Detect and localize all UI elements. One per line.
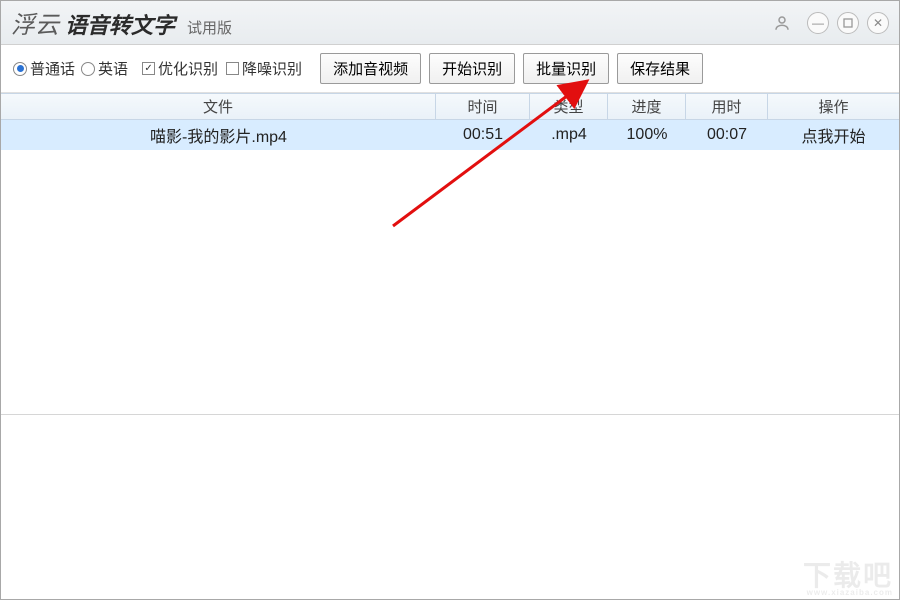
checkbox-optimize[interactable]: ✓ 优化识别 [142,58,218,79]
checkbox-label: 优化识别 [158,58,218,79]
checkbox-denoise[interactable]: 降噪识别 [226,58,302,79]
brand: 浮云 语音转文字 试用版 [11,5,232,40]
cell-action[interactable]: 点我开始 [768,120,899,150]
th-type[interactable]: 类型 [530,94,608,120]
toolbar: 普通话 英语 ✓ 优化识别 降噪识别 添加音视频 开始识别 批量识别 保存结果 [1,45,899,93]
radio-label: 普通话 [30,58,75,79]
save-result-button[interactable]: 保存结果 [617,53,703,84]
checkbox-icon: ✓ [142,62,155,75]
th-time[interactable]: 时间 [436,94,530,120]
cell-progress: 100% [608,120,686,150]
edition-label: 试用版 [187,17,232,38]
table-row[interactable]: 喵影-我的影片.mp4 00:51 .mp4 100% 00:07 点我开始 [1,120,899,150]
close-icon[interactable]: ✕ [867,12,889,34]
radio-english[interactable]: 英语 [81,58,128,79]
start-recognize-button[interactable]: 开始识别 [429,53,515,84]
th-file[interactable]: 文件 [1,94,436,120]
file-list-area: 文件 时间 类型 进度 用时 操作 喵影-我的影片.mp4 00:51 .mp4… [1,93,899,415]
titlebar: 浮云 语音转文字 试用版 — ✕ [1,1,899,45]
minimize-icon[interactable]: — [807,12,829,34]
checkbox-label: 降噪识别 [242,58,302,79]
th-action[interactable]: 操作 [768,94,899,120]
th-progress[interactable]: 进度 [608,94,686,120]
language-radio-group: 普通话 英语 [13,58,128,79]
cell-file: 喵影-我的影片.mp4 [1,120,436,150]
radio-mandarin[interactable]: 普通话 [13,58,75,79]
app-window: 浮云 语音转文字 试用版 — ✕ 普通话 英语 ✓ [0,0,900,600]
app-name: 语音转文字 [65,8,175,40]
radio-dot-icon [81,62,95,76]
add-media-button[interactable]: 添加音视频 [320,53,421,84]
radio-dot-icon [13,62,27,76]
maximize-icon[interactable] [837,12,859,34]
cell-type: .mp4 [530,120,608,150]
cell-elapsed: 00:07 [686,120,768,150]
batch-recognize-button[interactable]: 批量识别 [523,53,609,84]
brand-script: 浮云 [11,5,59,40]
th-elapsed[interactable]: 用时 [686,94,768,120]
file-table: 文件 时间 类型 进度 用时 操作 喵影-我的影片.mp4 00:51 .mp4… [1,93,899,150]
user-icon[interactable] [771,12,793,34]
result-area [1,415,899,599]
radio-label: 英语 [98,58,128,79]
titlebar-controls: — ✕ [771,12,889,34]
table-header: 文件 时间 类型 进度 用时 操作 [1,94,899,120]
cell-time: 00:51 [436,120,530,150]
checkbox-icon [226,62,239,75]
